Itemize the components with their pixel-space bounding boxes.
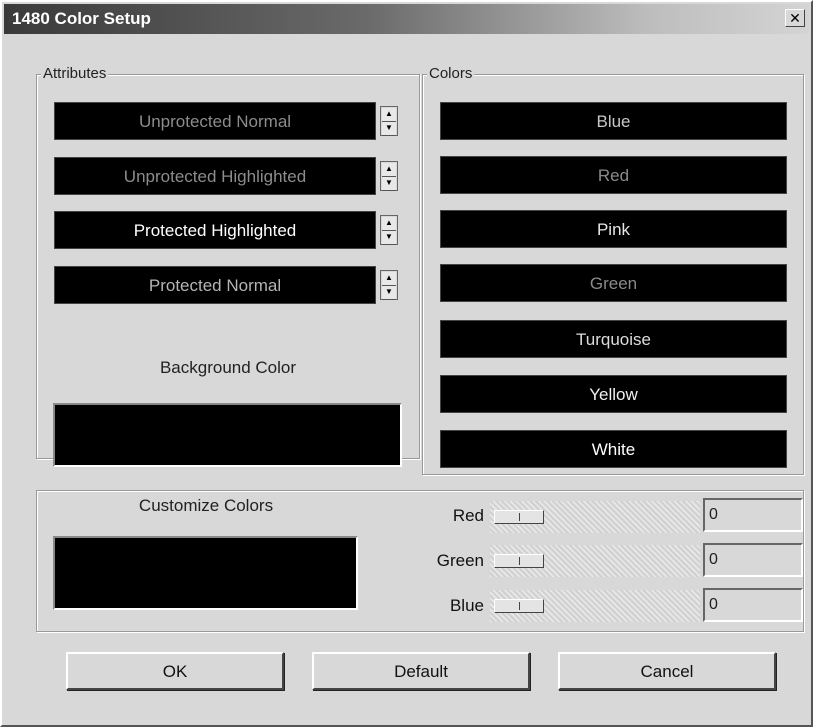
attribute-protected-highlighted[interactable]: Protected Highlighted: [54, 211, 376, 249]
spin-down-icon[interactable]: ▼: [382, 231, 396, 245]
red-value-field[interactable]: 0: [703, 498, 803, 532]
green-slider-thumb[interactable]: [494, 554, 544, 568]
ok-button[interactable]: OK: [66, 652, 284, 690]
attribute-protected-normal[interactable]: Protected Normal: [54, 266, 376, 304]
blue-value-field[interactable]: 0: [703, 588, 803, 622]
title-bar[interactable]: 1480 Color Setup ✕: [4, 4, 809, 34]
attribute-label: Protected Highlighted: [133, 221, 297, 240]
color-pink-button[interactable]: Pink: [440, 210, 787, 248]
blue-label: Blue: [449, 596, 484, 615]
spin-up-icon[interactable]: ▲: [382, 217, 396, 231]
attribute-unprotected-normal[interactable]: Unprotected Normal: [54, 102, 376, 140]
attribute-label: Unprotected Highlighted: [123, 167, 307, 186]
colors-group-label: Colors: [427, 65, 475, 82]
green-slider[interactable]: [490, 545, 700, 577]
color-yellow-button[interactable]: Yellow: [440, 375, 787, 413]
close-button[interactable]: ✕: [785, 9, 805, 27]
attributes-group-label: Attributes: [41, 65, 109, 82]
spinner-protected-highlighted[interactable]: ▲ ▼: [380, 215, 398, 245]
color-white-button[interactable]: White: [440, 430, 787, 468]
color-setup-dialog: 1480 Color Setup ✕ Attributes Unprotecte…: [0, 0, 813, 727]
customize-colors-label: Customize Colors: [138, 496, 274, 515]
default-button[interactable]: Default: [312, 652, 530, 690]
red-slider[interactable]: [490, 501, 700, 533]
color-label: Yellow: [589, 385, 638, 404]
spinner-protected-normal[interactable]: ▲ ▼: [380, 270, 398, 300]
window-title: 1480 Color Setup: [12, 9, 151, 28]
custom-color-preview: [53, 536, 358, 610]
spin-down-icon[interactable]: ▼: [382, 177, 396, 191]
attribute-label: Protected Normal: [148, 276, 282, 295]
red-slider-thumb[interactable]: [494, 510, 544, 524]
color-label: Blue: [596, 112, 631, 131]
red-label: Red: [452, 506, 484, 525]
spin-down-icon[interactable]: ▼: [382, 122, 396, 136]
green-value-field[interactable]: 0: [703, 543, 803, 577]
spin-up-icon[interactable]: ▲: [382, 108, 396, 122]
spin-down-icon[interactable]: ▼: [382, 286, 396, 300]
color-turquoise-button[interactable]: Turquoise: [440, 320, 787, 358]
color-label: Turquoise: [576, 330, 651, 349]
cancel-button[interactable]: Cancel: [558, 652, 776, 690]
spin-up-icon[interactable]: ▲: [382, 272, 396, 286]
background-color-swatch[interactable]: [53, 403, 402, 467]
spinner-unprotected-highlighted[interactable]: ▲ ▼: [380, 161, 398, 191]
color-label: Pink: [596, 220, 631, 239]
attribute-label: Unprotected Normal: [138, 112, 292, 131]
blue-slider-thumb[interactable]: [494, 599, 544, 613]
close-icon: ✕: [789, 10, 801, 26]
blue-slider[interactable]: [490, 590, 700, 622]
color-green-button[interactable]: Green: [440, 264, 787, 302]
spin-up-icon[interactable]: ▲: [382, 163, 396, 177]
green-label: Green: [436, 551, 484, 570]
background-color-label: Background Color: [159, 358, 297, 377]
color-label: White: [591, 440, 636, 459]
color-red-button[interactable]: Red: [440, 156, 787, 194]
attribute-unprotected-highlighted[interactable]: Unprotected Highlighted: [54, 157, 376, 195]
spinner-unprotected-normal[interactable]: ▲ ▼: [380, 106, 398, 136]
color-blue-button[interactable]: Blue: [440, 102, 787, 140]
color-label: Red: [597, 166, 630, 185]
color-label: Green: [589, 274, 638, 293]
